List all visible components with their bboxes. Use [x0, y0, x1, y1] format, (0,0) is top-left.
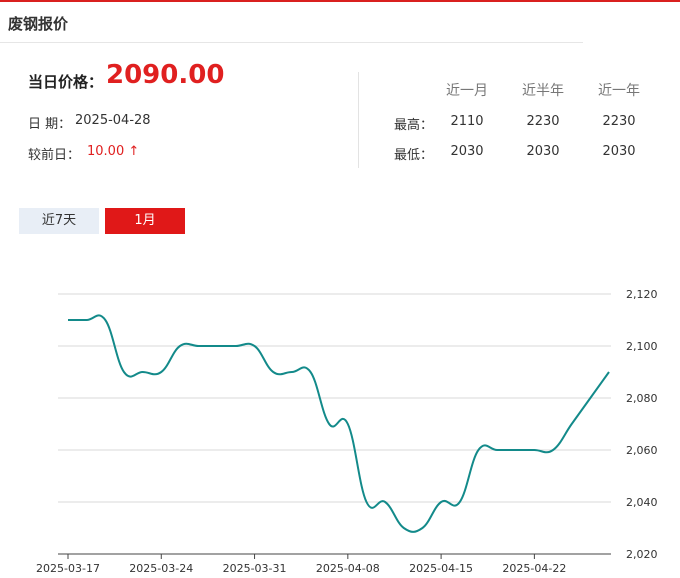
- y-tick-label: 2,020: [626, 548, 658, 561]
- x-tick-label: 2025-03-31: [223, 562, 287, 575]
- x-tick-label: 2025-03-24: [129, 562, 193, 575]
- x-tick-label: 2025-04-08: [316, 562, 380, 575]
- y-tick-label: 2,080: [626, 392, 658, 405]
- y-tick-label: 2,060: [626, 444, 658, 457]
- price-line-chart: 2,020 2,040 2,060 2,080 2,100 2,120 2025-03-17…: [36, 288, 658, 575]
- y-tick-label: 2,100: [626, 340, 658, 353]
- x-tick-label: 2025-04-22: [502, 562, 566, 575]
- y-tick-label: 2,040: [626, 496, 658, 509]
- price-series-line: [67, 314, 610, 533]
- y-tick-label: 2,120: [626, 288, 658, 301]
- x-tick-label: 2025-03-17: [36, 562, 100, 575]
- x-tick-label: 2025-04-15: [409, 562, 473, 575]
